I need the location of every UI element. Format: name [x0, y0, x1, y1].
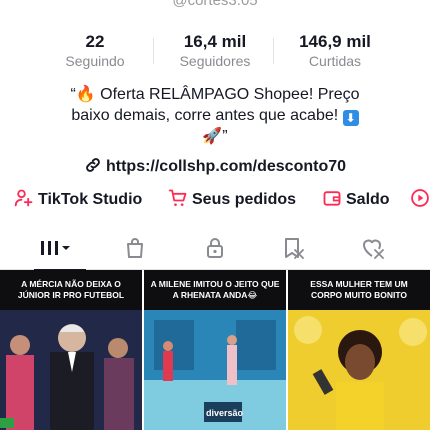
grid-icon: [41, 241, 70, 255]
play-circle-icon: [411, 189, 429, 207]
bookmark-icon: [285, 238, 304, 259]
stat-following[interactable]: 22 Seguindo: [40, 32, 150, 70]
balance-label: Saldo: [346, 191, 390, 208]
tab-saved[interactable]: [258, 226, 328, 270]
tab-liked[interactable]: [338, 226, 408, 270]
shopping-bag-icon: [127, 238, 143, 258]
lock-icon: [207, 238, 223, 258]
video-caption: ESSA MULHER TEM UM CORPO MUITO BONITO: [288, 270, 430, 310]
profile-handle: @cortes3.05: [172, 0, 258, 9]
profile-bio: “🔥 Oferta RELÂMPAGO Shopee! Preço baixo …: [30, 84, 400, 147]
stat-likes-value: 146,9 mil: [299, 32, 371, 51]
balance-button[interactable]: Saldo: [322, 188, 390, 210]
stat-followers[interactable]: 16,4 mil Seguidores: [160, 32, 270, 70]
person-plus-icon: [14, 189, 33, 207]
link-icon: [84, 156, 102, 179]
stat-followers-value: 16,4 mil: [183, 32, 247, 51]
tiktok-studio-button[interactable]: TikTok Studio: [14, 188, 142, 210]
bio-link-url: https://collshp.com/desconto70: [105, 158, 347, 175]
tab-videos[interactable]: [20, 226, 90, 271]
liked-heart-icon: [363, 239, 384, 259]
down-arrow-icon: ⬇: [342, 110, 359, 126]
video-caption: A MÉRCIA NÃO DEIXA O JÚNIOR IR PRO FUTEB…: [0, 270, 142, 310]
bio-link[interactable]: https://collshp.com/desconto70: [0, 156, 430, 179]
stat-following-value: 22: [85, 32, 105, 51]
video-grid: A MÉRCIA NÃO DEIXA O JÚNIOR IR PRO FUTEB…: [0, 270, 430, 430]
bio-line-3: 🚀”: [202, 128, 228, 145]
orders-label: Seus pedidos: [192, 191, 297, 208]
tiktok-studio-label: TikTok Studio: [38, 191, 143, 208]
bio-line-2: baixo demais, corre antes que acabe! ⬇: [30, 105, 400, 126]
cart-icon: [168, 189, 187, 206]
wallet-icon: [323, 191, 341, 206]
video-thumbnail[interactable]: ESSA MULHER TEM UM CORPO MUITO BONITO: [288, 270, 430, 430]
video-thumbnail[interactable]: A MÉRCIA NÃO DEIXA O JÚNIOR IR PRO FUTEB…: [0, 270, 142, 430]
video-scene-image: [0, 310, 142, 430]
profile-tabs: [0, 226, 430, 271]
svg-text:diversão: diversão: [206, 408, 244, 418]
stat-divider: [153, 38, 154, 64]
profile-stats: 22 Seguindo 16,4 mil Seguidores 146,9 mi…: [0, 32, 430, 72]
video-scene-image: [288, 310, 430, 430]
orders-button[interactable]: Seus pedidos: [168, 188, 296, 210]
bio-line-2-text: baixo demais, corre antes que acabe!: [71, 107, 339, 124]
video-scene-image: diversão: [144, 310, 286, 430]
stat-likes-label: Curtidas: [308, 53, 362, 69]
stat-likes[interactable]: 146,9 mil Curtidas: [280, 32, 390, 70]
stat-following-label: Seguindo: [65, 53, 125, 69]
tab-shop[interactable]: [100, 226, 170, 270]
profile-actions: TikTok Studio Seus pedidos Saldo: [0, 188, 430, 210]
bio-line-1: “🔥 Oferta RELÂMPAGO Shopee! Preço: [70, 86, 360, 103]
live-button[interactable]: [410, 188, 430, 210]
video-caption: A MILENE IMITOU O JEITO QUE A RHENATA AN…: [144, 270, 286, 310]
video-thumbnail[interactable]: diversão A MILENE IMITOU O JEITO QUE A R…: [144, 270, 286, 430]
tab-private[interactable]: [180, 226, 250, 270]
stat-divider: [273, 38, 274, 64]
stat-followers-label: Seguidores: [179, 53, 251, 69]
